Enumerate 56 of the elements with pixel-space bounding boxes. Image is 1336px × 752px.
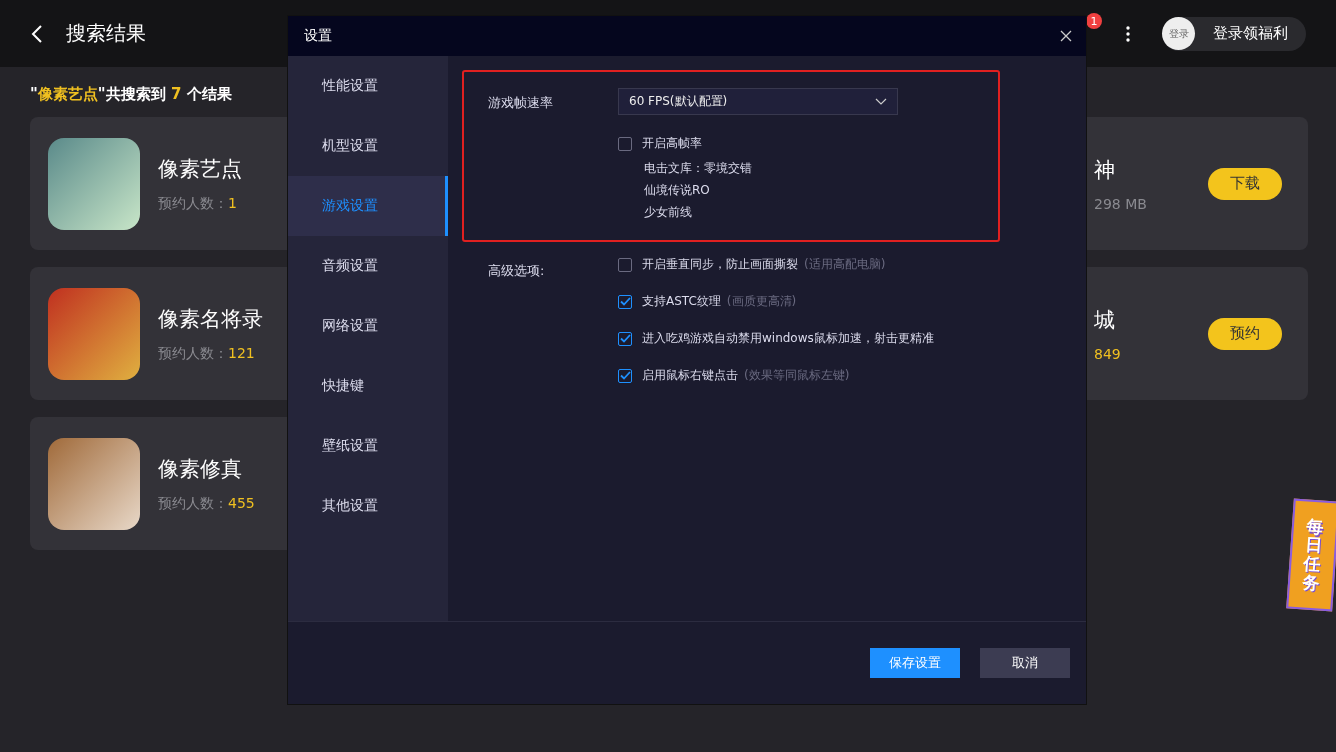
sidebar-item[interactable]: 游戏设置 (288, 176, 448, 236)
checkbox[interactable] (618, 257, 632, 272)
checkbox[interactable] (618, 294, 632, 309)
game-name: 城 (1094, 306, 1116, 334)
game-list-item: 仙境传说RO (644, 182, 711, 198)
setting-label: 游戏帧速率 (488, 94, 554, 112)
page-title: 搜索结果 (66, 20, 146, 47)
back-icon[interactable] (30, 23, 44, 44)
sidebar-item[interactable]: 其他设置 (288, 476, 448, 536)
meta-value: 1 (228, 194, 237, 211)
action-button[interactable]: 预约 (1208, 317, 1282, 350)
caret-icon (875, 98, 887, 105)
meta-label: 预约人数： (158, 344, 228, 361)
frame-rate-dropdown[interactable]: 60 FPS(默认配置) (618, 88, 898, 115)
hint-text: (适用高配电脑) (804, 256, 886, 273)
game-icon (48, 137, 140, 230)
meta-value: 455 (228, 494, 255, 511)
game-name: 像素艺点 (158, 155, 242, 183)
setting-label: 高级选项: (488, 262, 546, 280)
game-name: 像素名将录 (158, 305, 263, 333)
action-button[interactable]: 下载 (1208, 167, 1282, 200)
login-label: 登录领福利 (1213, 24, 1288, 43)
hint-text: (效果等同鼠标左键) (744, 367, 850, 384)
game-name: 像素修真 (158, 455, 243, 483)
sidebar-item[interactable]: 机型设置 (288, 116, 448, 176)
sidebar-item[interactable]: 性能设置 (288, 56, 448, 116)
checkbox-label: 启用鼠标右键点击 (642, 367, 738, 384)
checkbox[interactable] (618, 368, 632, 383)
meta-label: 预约人数： (158, 494, 228, 511)
checkbox-label: 支持ASTC纹理 (642, 293, 721, 310)
game-icon (48, 287, 140, 380)
meta-label: 预约人数： (158, 194, 228, 211)
hint-text: (画质更高清) (726, 293, 797, 310)
checkbox-label: 开启垂直同步，防止画面撕裂 (642, 256, 798, 273)
checkbox[interactable] (618, 136, 632, 151)
checkbox-label: 进入吃鸡游戏自动禁用windows鼠标加速，射击更精准 (642, 330, 934, 347)
game-list-item: 少女前线 (644, 204, 693, 220)
more-icon[interactable] (1126, 25, 1130, 42)
meta-value: 121 (228, 344, 255, 361)
login-button[interactable]: 登录 登录领福利 (1162, 16, 1306, 51)
sidebar-item[interactable]: 快捷键 (288, 356, 448, 416)
sidebar-item[interactable]: 壁纸设置 (288, 416, 448, 476)
cancel-button[interactable]: 取消 (980, 648, 1070, 678)
game-name: 神 (1094, 156, 1116, 184)
results-summary: "像素艺点"共搜索到 7 个结果 (30, 85, 232, 105)
sidebar-item[interactable]: 音频设置 (288, 236, 448, 296)
checkbox-label: 开启高帧率 (642, 135, 702, 152)
game-icon (48, 437, 140, 530)
game-list-item: 电击文库：零境交错 (644, 160, 753, 176)
dialog-title: 设置 (304, 27, 333, 45)
avatar: 登录 (1162, 17, 1195, 50)
checkbox[interactable] (618, 331, 632, 346)
close-icon[interactable] (1060, 30, 1072, 42)
meta-value: 849 (1094, 345, 1121, 362)
sidebar-item[interactable]: 网络设置 (288, 296, 448, 356)
meta-value: 298 MB (1094, 195, 1147, 212)
